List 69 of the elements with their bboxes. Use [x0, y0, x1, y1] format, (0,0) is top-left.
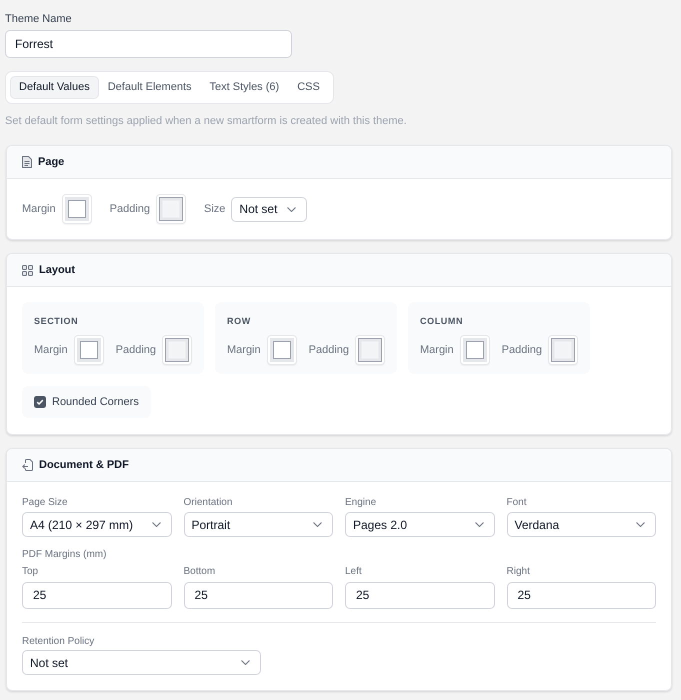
- padding-box-icon: [358, 338, 382, 362]
- tab[interactable]: Text Styles (6): [200, 76, 288, 99]
- chevron-down-icon: [474, 522, 484, 527]
- field-label: Margin: [227, 344, 261, 356]
- tab[interactable]: Default Values: [10, 76, 99, 99]
- field-label: Padding: [502, 344, 542, 356]
- field-label: Margin: [22, 203, 56, 215]
- chevron-down-icon: [313, 522, 322, 527]
- field-label: Size: [204, 203, 226, 215]
- number-input[interactable]: 25: [22, 582, 172, 609]
- field-label: Right: [506, 565, 530, 578]
- margin-box-icon: [64, 197, 89, 221]
- field-label: Padding: [308, 344, 349, 356]
- chevron-down-icon: [636, 522, 645, 527]
- padding-button[interactable]: [355, 335, 385, 365]
- grid-icon: [22, 264, 33, 276]
- padding-button[interactable]: [162, 335, 192, 365]
- number-input[interactable]: 25: [506, 582, 656, 609]
- field-label: Bottom: [184, 565, 216, 578]
- description-text: Set default form settings applied when a new smartform is created with this theme.: [5, 114, 407, 128]
- chevron-down-icon: [287, 206, 296, 212]
- margin-box-icon: [270, 338, 294, 362]
- dropdown[interactable]: Not set: [22, 650, 261, 675]
- field-label: Retention Policy: [22, 635, 94, 648]
- checkbox[interactable]: [34, 396, 46, 408]
- padding-button[interactable]: [548, 335, 578, 365]
- margin-button[interactable]: [62, 194, 92, 224]
- field-label: Padding: [116, 344, 156, 356]
- chevron-down-icon: [241, 660, 250, 665]
- dropdown[interactable]: Not set: [231, 196, 308, 222]
- margin-box-icon: [76, 338, 101, 362]
- tab[interactable]: CSS: [288, 76, 329, 99]
- margin-button[interactable]: [460, 335, 490, 365]
- padding-box-icon: [159, 197, 183, 221]
- field-label: Margin: [420, 344, 454, 356]
- margin-box-icon: [462, 338, 487, 362]
- group-heading: ROW: [227, 316, 251, 326]
- field-label: Top: [22, 565, 38, 578]
- dropdown[interactable]: Portrait: [184, 512, 333, 537]
- dropdown[interactable]: Verdana: [506, 512, 656, 537]
- padding-box-icon: [551, 338, 575, 362]
- field-label: Page Size: [22, 496, 68, 509]
- margin-button[interactable]: [74, 335, 104, 365]
- card-title: Document & PDF: [39, 459, 129, 471]
- chevron-down-icon: [152, 522, 160, 527]
- card-title: Layout: [39, 264, 76, 276]
- dropdown[interactable]: A4 (210 × 297 mm): [22, 512, 172, 537]
- field-label: Engine: [345, 496, 376, 509]
- text-input[interactable]: Forrest: [5, 30, 292, 58]
- card-title: Page: [38, 156, 64, 168]
- dropdown[interactable]: Pages 2.0: [345, 512, 494, 537]
- padding-box-icon: [165, 338, 189, 362]
- field-label: Orientation: [184, 496, 232, 509]
- field-label: Font: [506, 496, 527, 509]
- number-input[interactable]: 25: [345, 582, 494, 609]
- number-input[interactable]: 25: [184, 582, 333, 609]
- checkbox-label: Rounded Corners: [52, 396, 139, 408]
- tab[interactable]: Default Elements: [98, 76, 200, 99]
- group-heading: COLUMN: [420, 316, 464, 326]
- document-icon: [22, 156, 32, 168]
- field-label: Theme Name: [5, 12, 72, 26]
- field-label: Left: [345, 565, 362, 578]
- margin-button[interactable]: [266, 335, 297, 365]
- field-label: Margin: [34, 344, 68, 356]
- file-arrow-icon: [22, 459, 33, 471]
- field-label: Padding: [110, 203, 150, 215]
- padding-button[interactable]: [156, 194, 186, 224]
- section-label: PDF Margins (mm): [22, 548, 106, 561]
- group-heading: SECTION: [34, 316, 78, 326]
